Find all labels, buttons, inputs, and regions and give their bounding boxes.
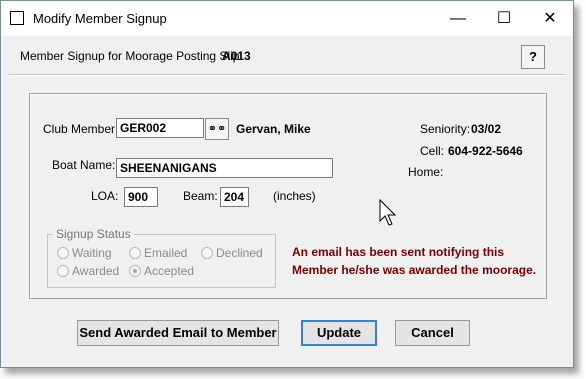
slip-value: A013: [222, 49, 251, 63]
boat-name-field[interactable]: SHEENANIGANS: [116, 158, 333, 178]
radio-waiting[interactable]: [57, 247, 69, 259]
radio-declined[interactable]: [201, 247, 213, 259]
signup-status-group: [47, 234, 276, 288]
radio-waiting-label: Waiting: [72, 246, 112, 260]
send-awarded-email-button[interactable]: Send Awarded Email to Member: [77, 320, 279, 346]
radio-declined-label: Declined: [216, 246, 263, 260]
slip-label: Member Signup for Moorage Posting Slip:: [20, 49, 243, 63]
binoculars-icon[interactable]: ⚭⚭: [205, 118, 229, 140]
radio-awarded[interactable]: [57, 265, 69, 277]
divider: [9, 74, 565, 76]
loa-label: LOA:: [91, 189, 119, 203]
club-member-label: Club Member:: [43, 122, 119, 136]
home-label: Home:: [408, 165, 444, 179]
cell-value: 604-922-5646: [448, 144, 523, 158]
club-member-field[interactable]: GER002: [116, 118, 204, 138]
window-icon: [10, 11, 24, 25]
units-label: (inches): [273, 189, 316, 203]
loa-field[interactable]: 900: [124, 187, 158, 207]
window-title: Modify Member Signup: [33, 11, 167, 26]
modify-member-signup-dialog: Modify Member Signup — ☐ ✕ Member Signup…: [0, 0, 574, 368]
member-name: Gervan, Mike: [236, 122, 311, 136]
seniority-label: Seniority:: [420, 122, 471, 136]
radio-emailed-label: Emailed: [144, 246, 188, 260]
close-button[interactable]: ✕: [527, 1, 573, 36]
help-icon[interactable]: ?: [521, 45, 545, 69]
cell-label: Cell:: [420, 144, 445, 158]
beam-field[interactable]: 204: [220, 187, 249, 207]
beam-label: Beam:: [183, 189, 218, 203]
signup-status-title: Signup Status: [53, 227, 134, 241]
radio-accepted-label: Accepted: [144, 264, 195, 278]
radio-awarded-label: Awarded: [72, 264, 120, 278]
cancel-button[interactable]: Cancel: [395, 320, 470, 346]
title-bar: Modify Member Signup — ☐ ✕: [1, 1, 573, 36]
minimize-button[interactable]: —: [435, 1, 481, 36]
notification-line-2: Member he/she was awarded the moorage.: [292, 263, 537, 277]
notification-line-1: An email has been sent notifying this: [292, 245, 505, 259]
maximize-button[interactable]: ☐: [481, 1, 527, 36]
boat-name-label: Boat Name:: [52, 158, 116, 172]
seniority-value: 03/02: [471, 122, 502, 136]
radio-accepted[interactable]: [129, 265, 141, 277]
radio-emailed[interactable]: [129, 247, 141, 259]
mouse-pointer-icon: [379, 199, 397, 226]
update-button[interactable]: Update: [301, 320, 377, 346]
